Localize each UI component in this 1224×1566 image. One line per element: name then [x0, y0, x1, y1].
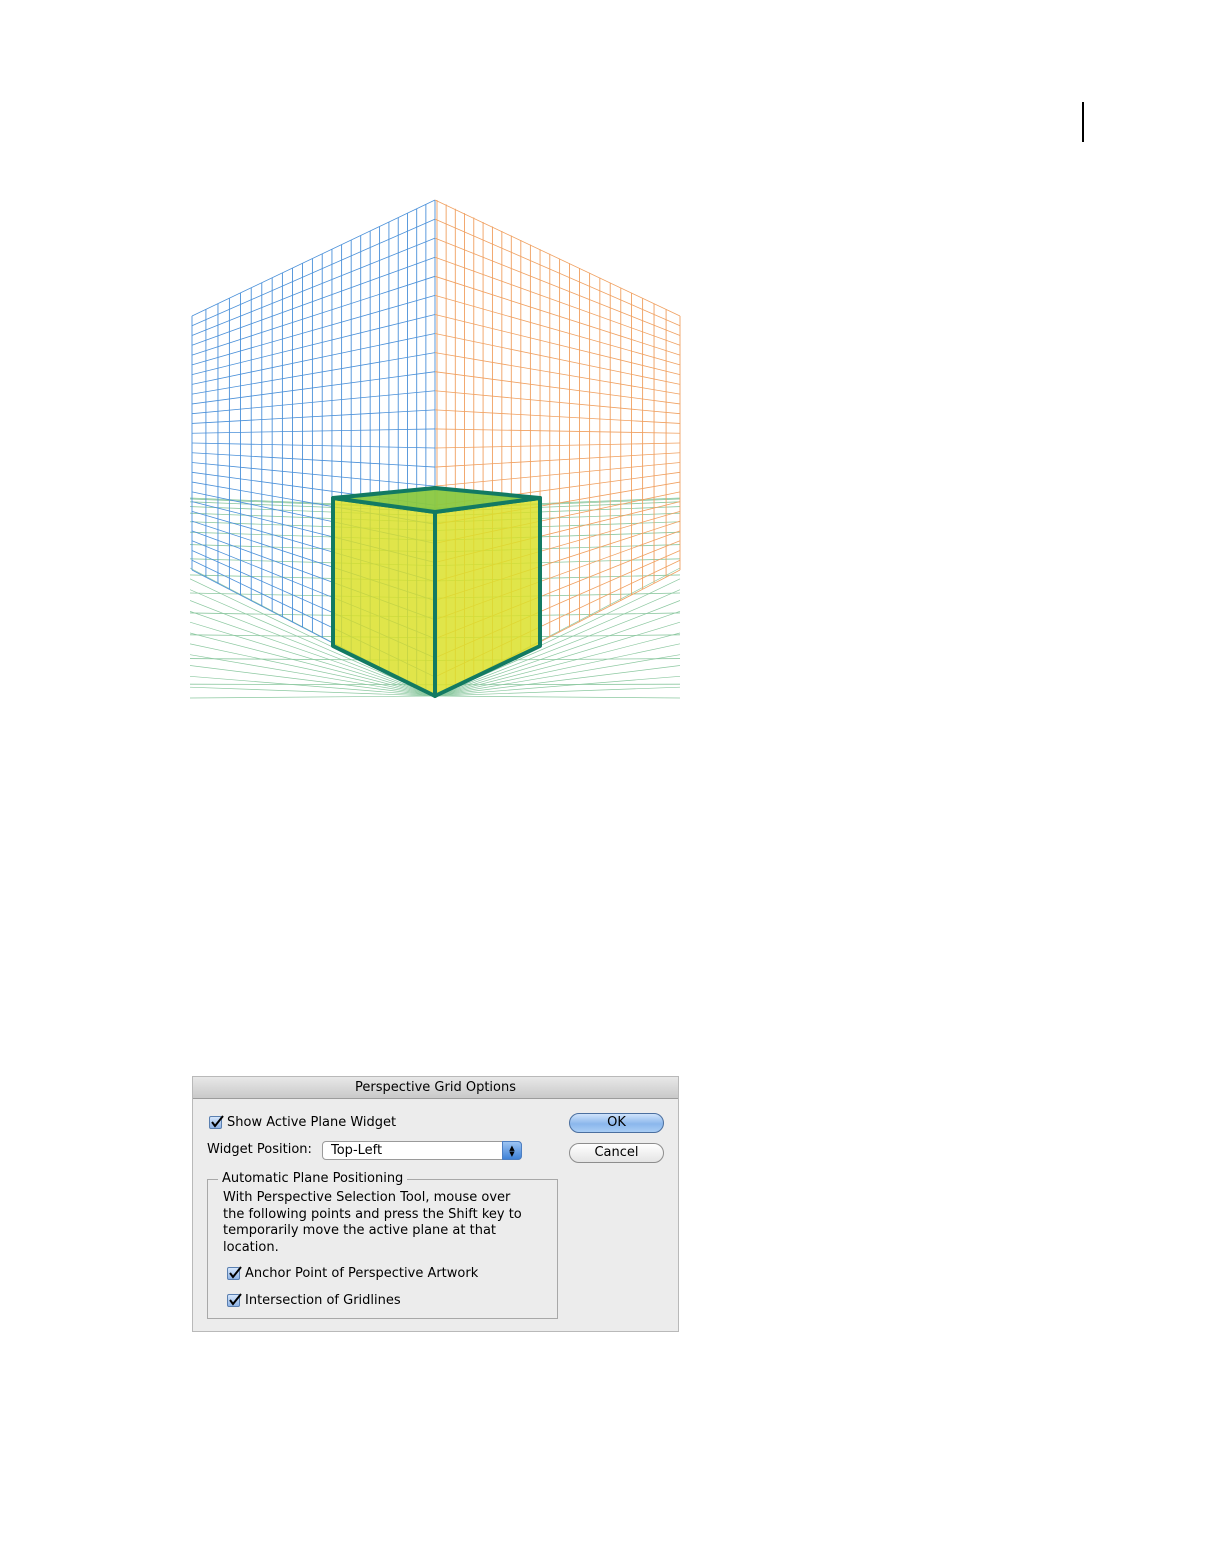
- right-plane-horizontal: [434, 294, 681, 366]
- intersection-checkbox[interactable]: [227, 1293, 242, 1307]
- cube-artwork: [331, 486, 542, 698]
- show-widget-option[interactable]: Show Active Plane Widget: [209, 1115, 396, 1130]
- right-plane-horizontal: [434, 199, 681, 317]
- right-plane-horizontal: [434, 218, 681, 327]
- select-arrows-icon: ▲ ▼: [502, 1141, 522, 1160]
- widget-position-label: Widget Position:: [207, 1142, 312, 1157]
- page-edge-rule: [1082, 102, 1084, 142]
- dialog-title: Perspective Grid Options: [193, 1077, 678, 1099]
- right-plane-horizontal: [434, 428, 681, 434]
- anchor-point-label: Anchor Point of Perspective Artwork: [245, 1266, 479, 1281]
- show-widget-checkbox[interactable]: [209, 1115, 224, 1129]
- cube-right-face: [433, 496, 542, 698]
- group-description: With Perspective Selection Tool, mouse o…: [223, 1190, 522, 1255]
- group-title: Automatic Plane Positioning: [218, 1171, 408, 1186]
- right-plane-horizontal: [434, 275, 681, 356]
- automatic-plane-positioning-group: Automatic Plane Positioning With Perspec…: [207, 1171, 558, 1319]
- right-plane-horizontal: [434, 452, 681, 468]
- anchor-point-checkbox[interactable]: [227, 1266, 242, 1280]
- checkmark-icon: [229, 1266, 242, 1279]
- checkmark-icon: [211, 1115, 224, 1128]
- ok-button[interactable]: OK: [569, 1113, 664, 1133]
- perspective-grid-options-dialog: Perspective Grid Options Show Active Pla…: [192, 1076, 679, 1332]
- right-plane-horizontal: [434, 390, 681, 415]
- anchor-point-option[interactable]: Anchor Point of Perspective Artwork: [227, 1266, 478, 1281]
- ground-gridline: [434, 695, 681, 699]
- right-plane-horizontal: [434, 237, 681, 336]
- right-plane-horizontal: [434, 409, 681, 424]
- intersection-label: Intersection of Gridlines: [245, 1293, 401, 1308]
- right-plane-horizontal: [434, 462, 681, 487]
- right-plane-horizontal: [434, 256, 681, 346]
- cancel-button[interactable]: Cancel: [569, 1143, 664, 1163]
- widget-position-select[interactable]: Top-Left ▲ ▼: [322, 1141, 522, 1160]
- perspective-grid-illustration: [190, 199, 681, 699]
- checkmark-icon: [229, 1293, 242, 1306]
- intersection-option[interactable]: Intersection of Gridlines: [227, 1293, 401, 1308]
- ground-gridline: [190, 695, 436, 699]
- right-plane-horizontal: [434, 314, 681, 376]
- widget-position-value: Top-Left: [331, 1143, 383, 1158]
- show-widget-label: Show Active Plane Widget: [227, 1115, 397, 1130]
- right-plane-horizontal: [434, 442, 681, 449]
